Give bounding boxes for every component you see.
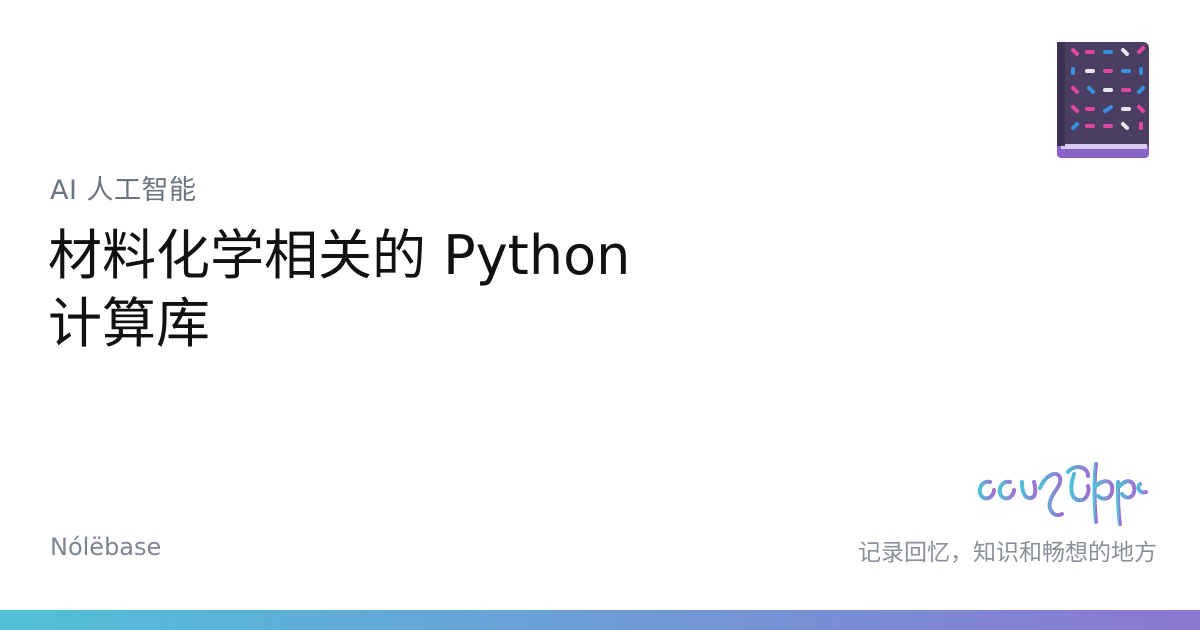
site-tagline: 记录回忆，知识和畅想的地方 [858,540,1157,566]
book-icon [1057,42,1149,158]
page-title: 材料化学相关的 Python 计算库 [48,222,768,358]
title-line-2: 计算库 [48,292,210,355]
title-line-1: 材料化学相关的 Python [48,224,631,287]
site-name: Nólëbase [50,533,162,561]
tengwar-script-logo [977,462,1148,526]
gradient-bar [0,610,1200,630]
category-label: AI 人工智能 [50,175,197,206]
